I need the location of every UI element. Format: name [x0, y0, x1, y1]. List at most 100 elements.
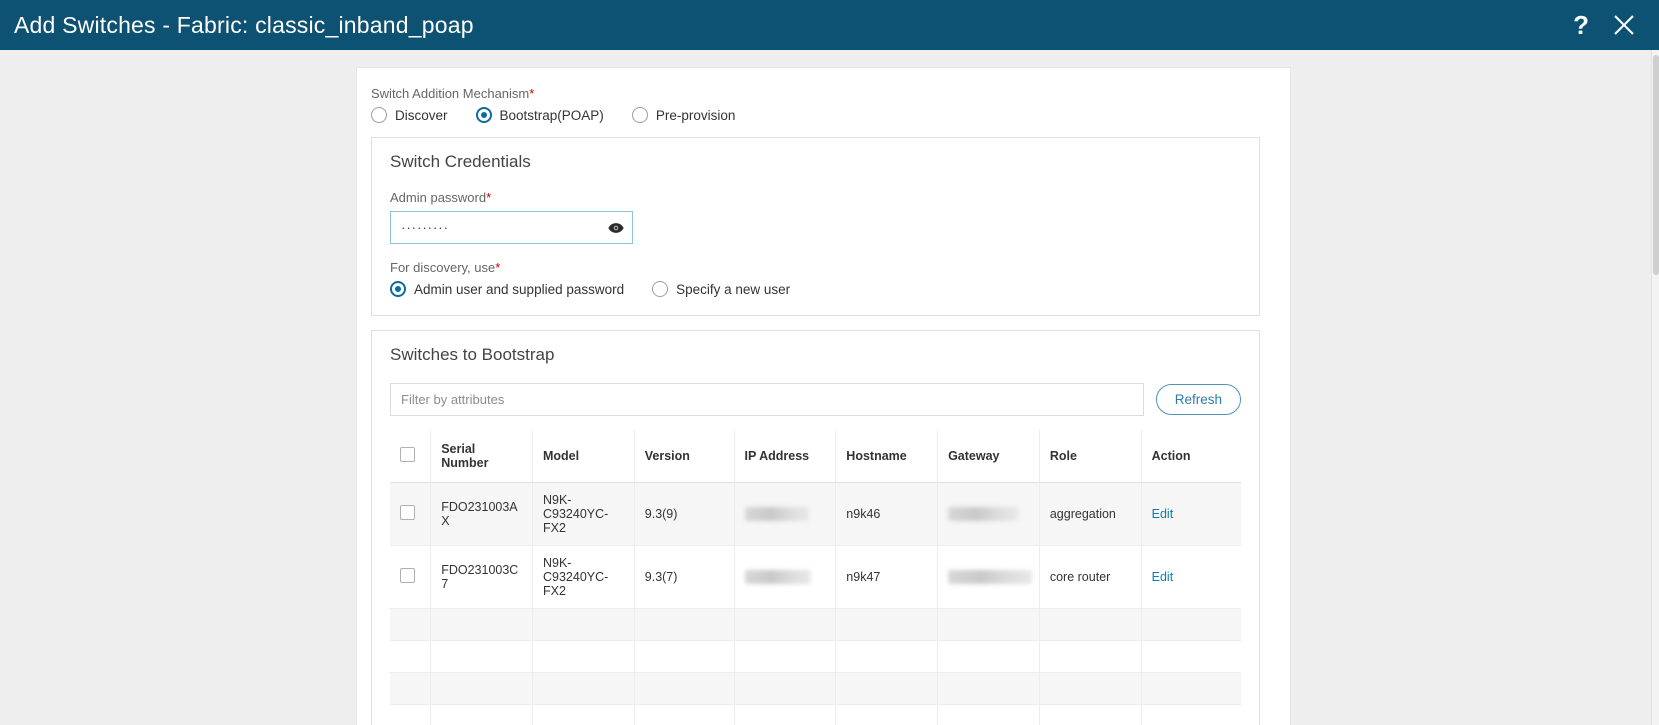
- empty-cell: [1141, 608, 1241, 641]
- cell-role: aggregation: [1039, 482, 1142, 546]
- cell-action: Edit: [1141, 482, 1241, 546]
- empty-cell: [835, 640, 939, 673]
- redacted-ip-address: [744, 570, 811, 585]
- empty-cell: [734, 672, 837, 705]
- radio-discover-control[interactable]: [371, 107, 387, 123]
- column-header-version[interactable]: Version: [634, 430, 735, 483]
- table-row-empty: [390, 704, 1241, 725]
- radio-specify-a-new-user-label: Specify a new user: [676, 281, 791, 297]
- cell-ip-address: [734, 545, 837, 609]
- cell-serial-number: FDO231003AX: [430, 482, 533, 546]
- cell-version: 9.3(7): [634, 545, 735, 609]
- switch-credentials-section: Switch Credentials Admin password* ·····…: [371, 137, 1260, 316]
- redacted-gateway: [948, 507, 1019, 522]
- help-icon[interactable]: ?: [1573, 12, 1589, 38]
- empty-cell: [430, 608, 533, 641]
- row-checkbox[interactable]: [400, 568, 415, 583]
- radio-bootstrap-poap[interactable]: Bootstrap(POAP): [475, 107, 604, 123]
- switch-addition-mechanism-group: Switch Addition Mechanism* Discover Boot…: [371, 86, 1260, 123]
- radio-bootstrap-poap-control[interactable]: [475, 107, 492, 123]
- page-scrollbar-thumb[interactable]: [1653, 55, 1659, 275]
- empty-cell: [937, 672, 1040, 705]
- redacted-ip-address: [744, 507, 809, 522]
- column-header-gateway[interactable]: Gateway: [937, 430, 1040, 483]
- radio-admin-user-supplied-password-label: Admin user and supplied password: [414, 281, 625, 297]
- empty-cell: [532, 640, 635, 673]
- radio-bootstrap-poap-label: Bootstrap(POAP): [499, 107, 604, 123]
- admin-password-label-text: Admin password: [390, 190, 487, 205]
- required-asterisk: *: [486, 190, 492, 205]
- radio-pre-provision-control[interactable]: [631, 107, 648, 123]
- empty-cell: [937, 608, 1040, 641]
- filter-by-attributes-input[interactable]: [390, 383, 1144, 416]
- for-discovery-use-radios: Admin user and supplied password Specify…: [390, 281, 1241, 297]
- cell-model: N9K-C93240YC-FX2: [532, 482, 635, 546]
- empty-cell: [532, 608, 635, 641]
- empty-cell: [734, 704, 837, 725]
- dialog-title-bar: Add Switches - Fabric: classic_inband_po…: [0, 0, 1659, 50]
- cell-gateway: [937, 482, 1040, 546]
- radio-specify-a-new-user[interactable]: Specify a new user: [652, 281, 790, 297]
- empty-cell: [1141, 640, 1241, 673]
- radio-specify-a-new-user-control[interactable]: [652, 281, 669, 297]
- dialog-title: Add Switches - Fabric: classic_inband_po…: [14, 11, 474, 38]
- empty-cell: [835, 608, 939, 641]
- page-scrollbar[interactable]: [1651, 50, 1659, 725]
- radio-pre-provision[interactable]: Pre-provision: [631, 107, 736, 123]
- cell-hostname: n9k47: [835, 545, 939, 609]
- empty-cell: [634, 640, 735, 673]
- close-icon[interactable]: [1611, 12, 1637, 38]
- cell-gateway: [937, 545, 1040, 609]
- column-header-model[interactable]: Model: [532, 430, 635, 483]
- empty-cell: [430, 704, 533, 725]
- radio-discover-label: Discover: [395, 107, 448, 123]
- column-header-role[interactable]: Role: [1039, 430, 1142, 483]
- cell-action: Edit: [1141, 545, 1241, 609]
- edit-link[interactable]: Edit: [1152, 507, 1174, 521]
- edit-link[interactable]: Edit: [1152, 570, 1174, 584]
- row-select-cell: [390, 545, 432, 609]
- empty-cell: [1039, 640, 1142, 673]
- empty-cell: [390, 672, 432, 705]
- content-card: Switch Addition Mechanism * Discover Boot…: [356, 67, 1291, 725]
- empty-cell: [835, 704, 939, 725]
- cell-ip-address: [734, 482, 837, 546]
- table-row-empty: [390, 672, 1241, 705]
- radio-admin-user-supplied-password[interactable]: Admin user and supplied password: [390, 281, 624, 297]
- column-header-hostname[interactable]: Hostname: [835, 430, 939, 483]
- table-row[interactable]: FDO231003AX N9K-C93240YC-FX2 9.3(9) n9k4…: [390, 482, 1241, 546]
- empty-cell: [1039, 608, 1142, 641]
- cell-version: 9.3(9): [634, 482, 735, 546]
- empty-cell: [1039, 672, 1142, 705]
- column-header-ip-address[interactable]: IP Address: [734, 430, 837, 483]
- switch-credentials-title: Switch Credentials: [390, 152, 531, 171]
- cell-hostname: n9k46: [835, 482, 939, 546]
- admin-password-wrapper: [390, 211, 633, 244]
- table-row[interactable]: FDO231003C7 N9K-C93240YC-FX2 9.3(7) n9k4…: [390, 545, 1241, 609]
- radio-admin-user-supplied-password-control[interactable]: [390, 281, 406, 297]
- cell-role: core router: [1039, 545, 1142, 609]
- eye-icon[interactable]: [608, 222, 624, 233]
- column-header-serial-number[interactable]: Serial Number: [430, 430, 533, 483]
- title-bar-actions: ?: [1573, 12, 1637, 38]
- switches-table: Serial Number Model Version IP Address H…: [390, 430, 1241, 725]
- table-row-empty: [390, 640, 1241, 673]
- dialog-body: Switch Addition Mechanism * Discover Boot…: [0, 50, 1659, 725]
- cell-model: N9K-C93240YC-FX2: [532, 545, 635, 609]
- radio-pre-provision-label: Pre-provision: [655, 107, 736, 123]
- empty-cell: [1141, 704, 1241, 725]
- column-header-action[interactable]: Action: [1141, 430, 1241, 483]
- row-select-cell: [390, 482, 432, 546]
- admin-password-input[interactable]: [390, 211, 633, 244]
- empty-cell: [634, 704, 735, 725]
- empty-cell: [734, 608, 837, 641]
- select-all-checkbox[interactable]: [400, 447, 415, 462]
- empty-cell: [734, 640, 837, 673]
- switch-addition-mechanism-label-text: Switch Addition Mechanism: [371, 86, 530, 101]
- radio-discover[interactable]: Discover: [371, 107, 448, 123]
- empty-cell: [634, 608, 735, 641]
- empty-cell: [937, 640, 1040, 673]
- switches-to-bootstrap-section: Switches to Bootstrap Refresh: [371, 330, 1260, 725]
- refresh-button[interactable]: Refresh: [1155, 384, 1241, 415]
- row-checkbox[interactable]: [400, 505, 415, 520]
